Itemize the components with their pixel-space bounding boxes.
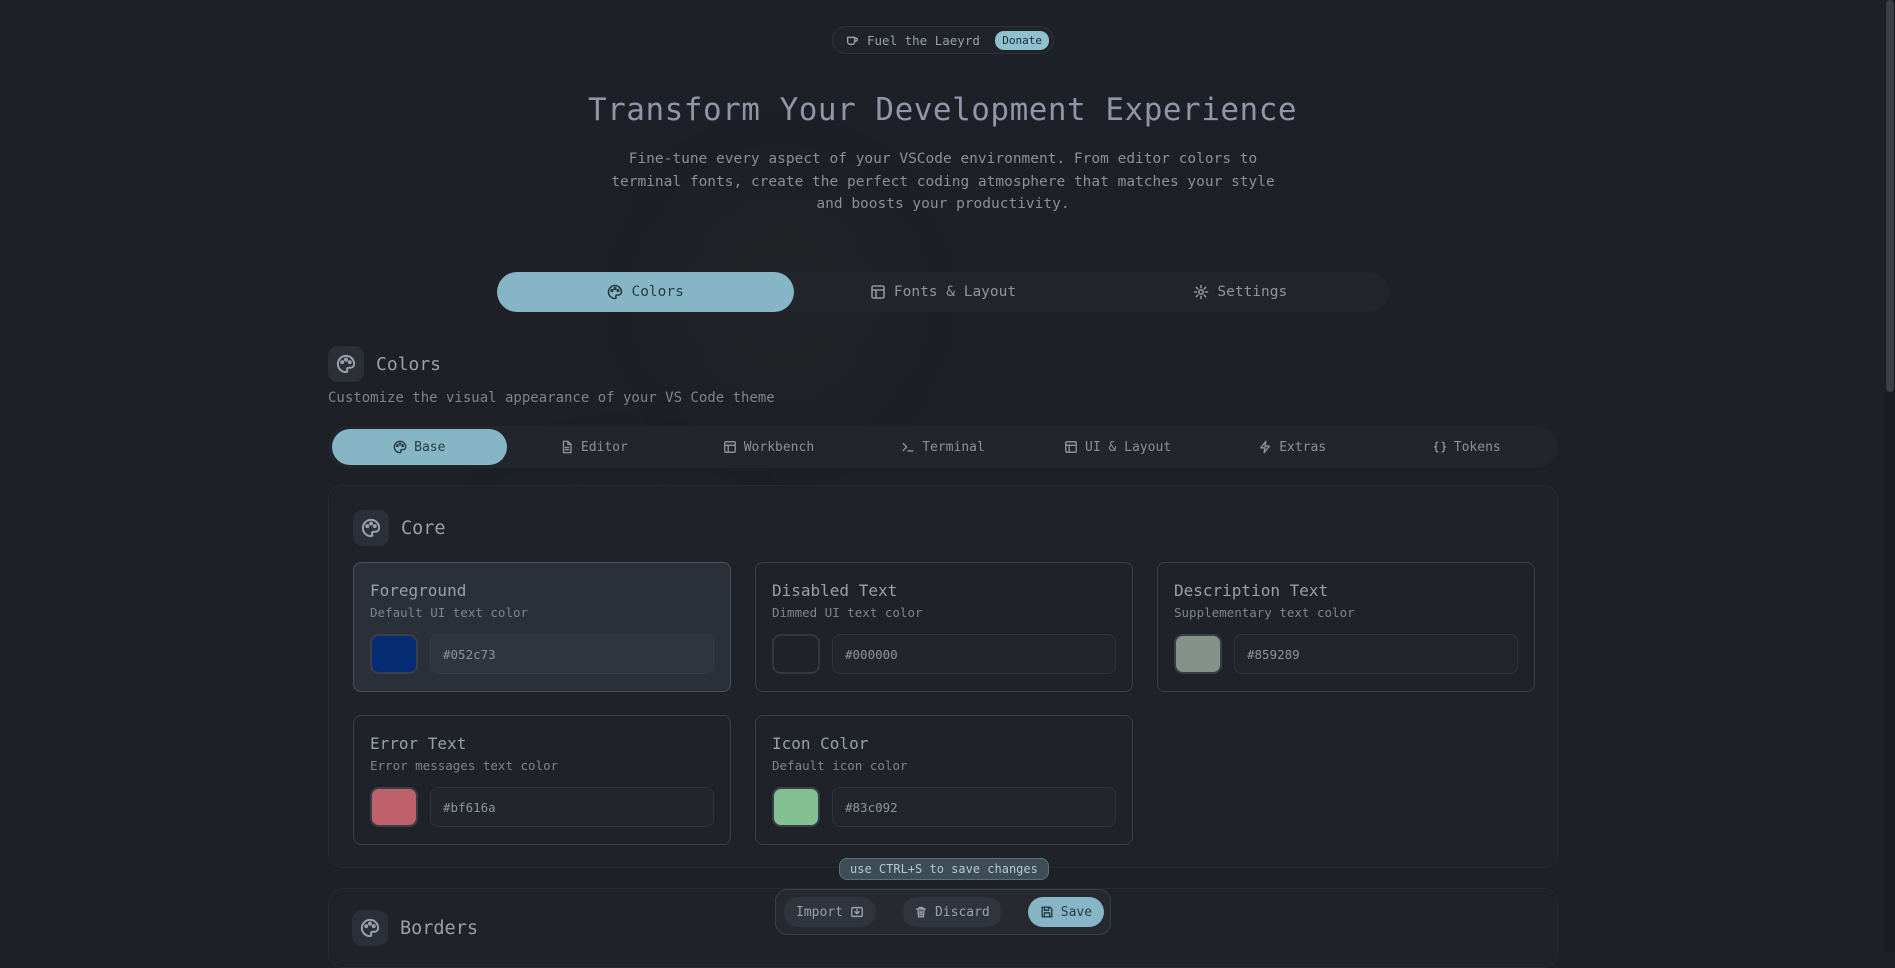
hero-title: Transform Your Development Experience (587, 92, 1298, 128)
color-swatch[interactable] (772, 634, 820, 674)
color-swatch[interactable] (370, 634, 418, 674)
color-card-disabled-text[interactable]: Disabled Text Dimmed UI text color #0000… (755, 562, 1133, 692)
coffee-icon (846, 36, 858, 46)
main-tabs: Colors Fonts & Layout Settings (497, 272, 1389, 312)
subtab-extras[interactable]: Extras (1205, 429, 1380, 465)
discard-label: Discard (934, 904, 990, 920)
subtab-base-label: Base (414, 439, 446, 455)
palette-icon (393, 440, 407, 454)
color-swatch[interactable] (772, 787, 820, 827)
layout-icon (723, 441, 736, 453)
donate-button[interactable]: Donate (995, 30, 1049, 50)
save-icon (1041, 906, 1053, 918)
card-description: Error messages text color (370, 758, 559, 773)
tab-colors-label: Colors (631, 284, 684, 300)
save-label: Save (1060, 904, 1093, 920)
palette-icon (360, 918, 380, 938)
action-bar: Import Discard Save (775, 889, 1111, 935)
tab-settings[interactable]: Settings (1092, 272, 1389, 312)
braces-icon (1433, 441, 1446, 453)
core-panel: Core Foreground Default UI text color #0… (328, 485, 1558, 868)
subtab-terminal[interactable]: Terminal (856, 429, 1031, 465)
card-title: Error Text (370, 734, 467, 753)
terminal-icon (902, 442, 914, 452)
hex-input[interactable]: #000000 (832, 634, 1116, 674)
donate-pill-label: Fuel the Laeyrd (867, 32, 980, 48)
file-icon (562, 440, 572, 454)
subtab-tokens[interactable]: Tokens (1379, 429, 1554, 465)
hero-description: Fine-tune every aspect of your VSCode en… (611, 151, 1275, 212)
sub-tabs: Base Editor Workbench Terminal UI & Layo… (328, 426, 1558, 468)
card-description: Dimmed UI text color (772, 605, 923, 620)
hex-input[interactable]: #83c092 (832, 787, 1116, 827)
donate-pill[interactable]: Fuel the Laeyrd Donate (832, 26, 1054, 54)
section-icon-box (328, 346, 364, 382)
import-label: Import (796, 904, 843, 920)
card-title: Disabled Text (772, 581, 898, 600)
card-title: Foreground (370, 581, 467, 600)
import-button[interactable]: Import (784, 897, 876, 927)
trash-icon (915, 906, 927, 918)
card-description: Default icon color (772, 758, 908, 773)
card-description: Supplementary text color (1174, 605, 1355, 620)
card-title: Icon Color (772, 734, 869, 753)
save-button[interactable]: Save (1027, 897, 1105, 927)
subtab-workbench-label: Workbench (743, 439, 815, 455)
hex-input[interactable]: #859289 (1234, 634, 1518, 674)
subtab-editor[interactable]: Editor (507, 429, 682, 465)
scrollbar-thumb[interactable] (1886, 0, 1894, 392)
save-hint: use CTRL+S to save changes (839, 858, 1049, 880)
subtab-ui-layout[interactable]: UI & Layout (1030, 429, 1205, 465)
hex-input[interactable]: #052c73 (430, 634, 714, 674)
color-card-icon-color[interactable]: Icon Color Default icon color #83c092 (755, 715, 1133, 845)
borders-icon-box (352, 910, 388, 946)
palette-icon (336, 354, 356, 374)
core-title: Core (401, 517, 446, 539)
color-swatch[interactable] (1174, 634, 1222, 674)
layout-icon (871, 285, 885, 299)
card-title: Description Text (1174, 581, 1329, 600)
subtab-extras-label: Extras (1279, 439, 1327, 455)
tab-settings-label: Settings (1217, 284, 1288, 300)
color-card-error-text[interactable]: Error Text Error messages text color #bf… (353, 715, 731, 845)
tab-colors[interactable]: Colors (497, 272, 795, 312)
discard-button[interactable]: Discard (901, 897, 1002, 927)
core-icon-box (353, 510, 389, 546)
palette-icon (361, 518, 381, 538)
subtab-base[interactable]: Base (332, 429, 507, 465)
palette-icon (608, 284, 623, 300)
subtab-editor-label: Editor (580, 439, 628, 455)
section-subtitle: Customize the visual appearance of your … (328, 390, 775, 406)
layout-icon (1065, 441, 1077, 453)
borders-header: Borders (352, 910, 478, 946)
card-description: Default UI text color (370, 605, 529, 620)
tab-fonts-layout[interactable]: Fonts & Layout (794, 272, 1091, 312)
borders-title: Borders (400, 917, 478, 939)
section-title: Colors (376, 353, 442, 375)
color-card-foreground[interactable]: Foreground Default UI text color #052c73 (353, 562, 731, 692)
tab-fonts-layout-label: Fonts & Layout (893, 284, 1017, 300)
page-scrollbar[interactable] (1885, 0, 1895, 952)
subtab-terminal-label: Terminal (922, 439, 985, 455)
subtab-tokens-label: Tokens (1453, 439, 1501, 455)
gear-icon (1194, 284, 1209, 300)
import-icon (851, 906, 863, 918)
subtab-workbench[interactable]: Workbench (681, 429, 856, 465)
zap-icon (1260, 440, 1271, 454)
colors-section-header: Colors (328, 346, 441, 382)
color-card-description-text[interactable]: Description Text Supplementary text colo… (1157, 562, 1535, 692)
core-header: Core (353, 510, 446, 546)
subtab-ui-layout-label: UI & Layout (1085, 439, 1172, 455)
color-swatch[interactable] (370, 787, 418, 827)
hex-input[interactable]: #bf616a (430, 787, 714, 827)
